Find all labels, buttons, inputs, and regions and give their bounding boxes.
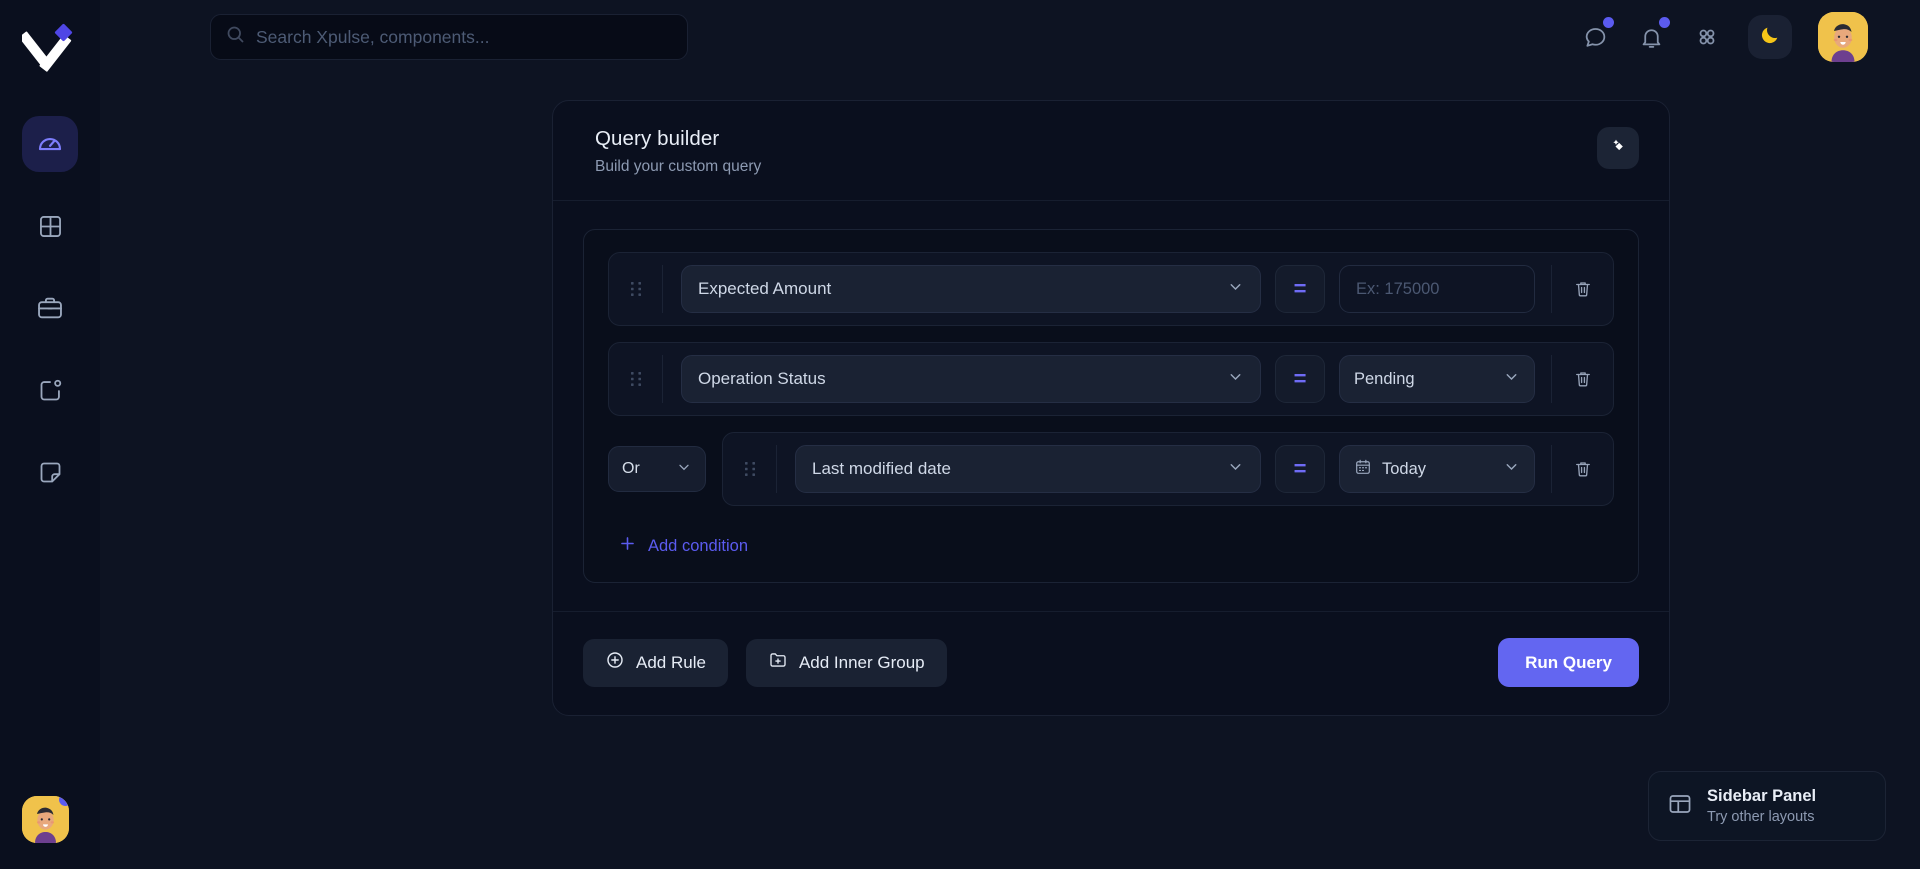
sidebar-nav xyxy=(22,116,78,500)
chevron-down-icon xyxy=(1503,458,1520,480)
run-query-label: Run Query xyxy=(1525,653,1612,673)
notifications-badge xyxy=(1659,17,1670,28)
card-footer: Add Rule Add Inner Group Run Query xyxy=(553,611,1669,715)
rule-row: Or xyxy=(608,432,1614,506)
search-icon xyxy=(225,24,246,50)
operator-symbol: = xyxy=(1294,458,1307,480)
value-input-wrapper[interactable] xyxy=(1339,265,1535,313)
value-date-text: Today xyxy=(1382,460,1426,479)
field-select-value: Last modified date xyxy=(812,459,951,479)
ai-assist-button[interactable] xyxy=(1597,127,1639,169)
sidebar-item-tasks[interactable] xyxy=(22,362,78,418)
notifications-icon[interactable] xyxy=(1636,22,1666,52)
value-select[interactable]: Pending xyxy=(1339,355,1535,403)
delete-rule-button[interactable] xyxy=(1551,355,1613,403)
messages-icon[interactable] xyxy=(1580,22,1610,52)
messages-badge xyxy=(1603,17,1614,28)
add-condition-label: Add condition xyxy=(648,537,748,556)
sidebar-item-notes[interactable] xyxy=(22,444,78,500)
topbar xyxy=(100,0,1920,74)
profile-avatar[interactable] xyxy=(1818,12,1868,62)
app-root: Query builder Build your custom query xyxy=(0,0,1920,869)
conjunction-select[interactable]: Or xyxy=(608,446,706,492)
value-date-select[interactable]: Today xyxy=(1339,445,1535,493)
circle-plus-icon xyxy=(605,650,625,675)
rule-inner: Expected Amount = xyxy=(663,265,1551,313)
chevron-down-icon xyxy=(1503,368,1520,390)
chevron-down-icon xyxy=(676,459,692,480)
add-condition-button[interactable]: Add condition xyxy=(608,522,748,562)
field-select-value: Operation Status xyxy=(698,369,826,389)
delete-rule-button[interactable] xyxy=(1551,265,1613,313)
rule-group: Expected Amount = xyxy=(583,229,1639,583)
toast-subtitle: Try other layouts xyxy=(1707,809,1816,825)
folder-plus-icon xyxy=(768,650,788,675)
topbar-actions xyxy=(1580,12,1868,62)
add-inner-group-label: Add Inner Group xyxy=(799,653,925,673)
operator-symbol: = xyxy=(1294,368,1307,390)
drag-handle-icon[interactable] xyxy=(609,355,663,403)
rule-box: Expected Amount = xyxy=(608,252,1614,326)
sidebar-item-projects[interactable] xyxy=(22,280,78,336)
conjunction-value: Or xyxy=(622,460,640,478)
rule-box: Operation Status = Pending xyxy=(608,342,1614,416)
chevron-down-icon xyxy=(1227,368,1244,390)
page-title: Query builder xyxy=(595,127,761,151)
x-logo-icon[interactable] xyxy=(22,18,78,74)
drag-handle-icon[interactable] xyxy=(609,265,663,313)
card-body: Expected Amount = xyxy=(553,201,1669,583)
field-select[interactable]: Expected Amount xyxy=(681,265,1261,313)
toast-title: Sidebar Panel xyxy=(1707,787,1816,806)
field-select[interactable]: Operation Status xyxy=(681,355,1261,403)
search-input[interactable] xyxy=(256,27,673,48)
drag-handle-icon[interactable] xyxy=(723,445,777,493)
search-box[interactable] xyxy=(210,14,688,60)
operator-button[interactable]: = xyxy=(1275,355,1325,403)
run-query-button[interactable]: Run Query xyxy=(1498,638,1639,687)
apps-grid-icon[interactable] xyxy=(1692,22,1722,52)
status-badge xyxy=(59,796,69,806)
add-rule-label: Add Rule xyxy=(636,653,706,673)
operator-button[interactable]: = xyxy=(1275,445,1325,493)
add-rule-button[interactable]: Add Rule xyxy=(583,639,728,687)
query-builder-card: Query builder Build your custom query xyxy=(552,100,1670,716)
rule-row: Expected Amount = xyxy=(608,252,1614,326)
add-inner-group-button[interactable]: Add Inner Group xyxy=(746,639,947,687)
rule-box: Last modified date = xyxy=(722,432,1614,506)
operator-button[interactable]: = xyxy=(1275,265,1325,313)
field-select-value: Expected Amount xyxy=(698,279,831,299)
value-select-value: Pending xyxy=(1354,370,1415,389)
value-input[interactable] xyxy=(1356,280,1518,299)
calendar-icon xyxy=(1354,458,1372,481)
rule-inner: Last modified date = xyxy=(777,445,1551,493)
layout-panel-icon xyxy=(1667,791,1693,822)
sidebar-item-apps[interactable] xyxy=(22,198,78,254)
sparkle-icon xyxy=(1608,136,1628,161)
chevron-down-icon xyxy=(1227,458,1244,480)
field-select[interactable]: Last modified date xyxy=(795,445,1261,493)
plus-icon xyxy=(618,534,637,558)
sidebar-item-dashboard[interactable] xyxy=(22,116,78,172)
page-subtitle: Build your custom query xyxy=(595,158,761,176)
chevron-down-icon xyxy=(1227,278,1244,300)
card-header: Query builder Build your custom query xyxy=(553,101,1669,201)
delete-rule-button[interactable] xyxy=(1551,445,1613,493)
rule-row: Operation Status = Pending xyxy=(608,342,1614,416)
sidebar xyxy=(0,0,100,869)
sidebar-panel-toast[interactable]: Sidebar Panel Try other layouts xyxy=(1648,771,1886,841)
operator-symbol: = xyxy=(1294,278,1307,300)
sidebar-user-avatar[interactable] xyxy=(22,796,69,843)
rule-inner: Operation Status = Pending xyxy=(663,355,1551,403)
theme-toggle[interactable] xyxy=(1748,15,1792,59)
main-area: Query builder Build your custom query xyxy=(100,0,1920,869)
moon-icon xyxy=(1759,24,1781,51)
